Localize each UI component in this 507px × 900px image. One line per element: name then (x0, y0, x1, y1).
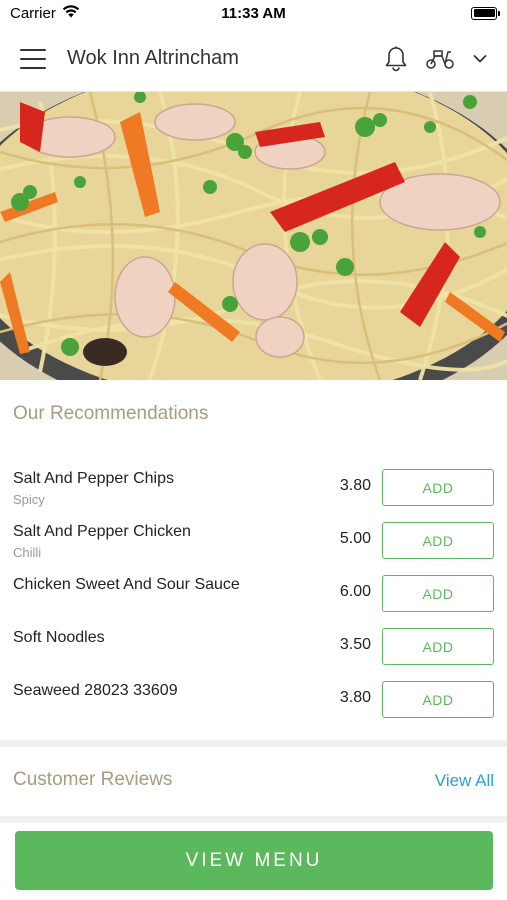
item-subtitle: Chilli (13, 545, 42, 560)
item-price: 3.80 (339, 477, 371, 494)
scooter-icon[interactable] (425, 48, 455, 70)
list-item: Soft Noodles 3.50 ADD (0, 619, 507, 672)
list-item: Seaweed 28023 33609 3.80 ADD (0, 672, 507, 725)
menu-icon[interactable] (20, 48, 46, 69)
view-all-link[interactable]: View All (435, 771, 494, 791)
wifi-icon (62, 4, 80, 22)
list-item: Salt And Pepper Chips Spicy 3.80 ADD (0, 460, 507, 513)
view-menu-button[interactable]: VIEW MENU (15, 831, 493, 890)
chevron-down-icon[interactable] (473, 54, 487, 64)
restaurant-title: Wok Inn Altrincham (67, 47, 239, 69)
noodle-dish-image (0, 92, 507, 380)
status-bar: Carrier 11:33 AM (0, 0, 507, 26)
app-header: Wok Inn Altrincham (0, 26, 507, 92)
list-item: Chicken Sweet And Sour Sauce 6.00 ADD (0, 566, 507, 619)
recommendations-list: Salt And Pepper Chips Spicy 3.80 ADD Sal… (0, 460, 507, 725)
section-divider (0, 740, 507, 747)
battery-icon (471, 6, 500, 20)
hero-image (0, 92, 507, 380)
header-actions (385, 46, 487, 72)
add-button[interactable]: ADD (382, 628, 494, 665)
add-button[interactable]: ADD (382, 681, 494, 718)
recommendations-title: Our Recommendations (13, 403, 209, 424)
item-name: Salt And Pepper Chips (13, 470, 174, 487)
item-price: 3.50 (339, 636, 371, 653)
item-subtitle: Spicy (13, 492, 45, 507)
reviews-title: Customer Reviews (13, 769, 173, 790)
status-left: Carrier (10, 5, 80, 22)
item-name: Chicken Sweet And Sour Sauce (13, 576, 240, 593)
item-price: 3.80 (339, 689, 371, 706)
add-button[interactable]: ADD (382, 522, 494, 559)
item-name: Salt And Pepper Chicken (13, 523, 191, 540)
item-price: 6.00 (339, 583, 371, 600)
add-button[interactable]: ADD (382, 575, 494, 612)
item-name: Seaweed 28023 33609 (13, 682, 178, 699)
item-price: 5.00 (339, 530, 371, 547)
list-item: Salt And Pepper Chicken Chilli 5.00 ADD (0, 513, 507, 566)
add-button[interactable]: ADD (382, 469, 494, 506)
section-divider (0, 816, 507, 823)
item-name: Soft Noodles (13, 629, 105, 646)
carrier-label: Carrier (10, 4, 56, 22)
bell-icon[interactable] (385, 46, 407, 72)
